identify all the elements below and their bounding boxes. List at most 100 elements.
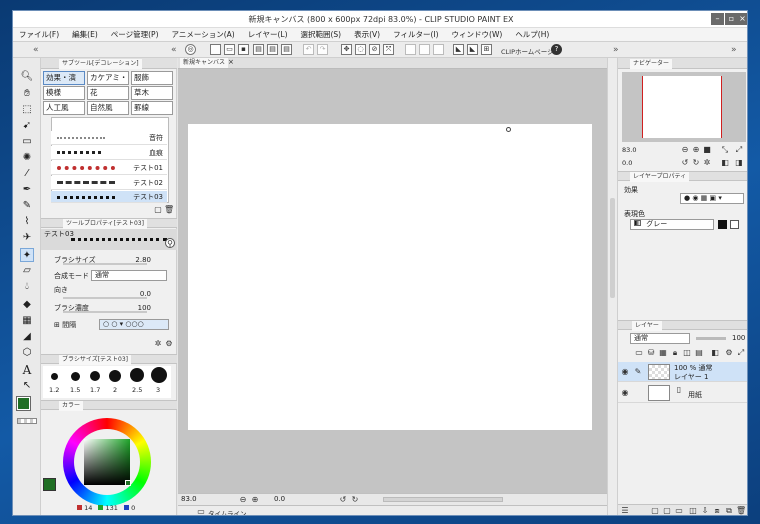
layer-menu-icon[interactable]: ☰ (620, 506, 630, 515)
blend-mode-select[interactable]: 通常 (91, 270, 167, 281)
grid-snap-icon[interactable]: ⊞ (481, 44, 492, 55)
hue-ring[interactable] (63, 418, 151, 506)
color-mode-select[interactable]: グレー (630, 219, 714, 230)
layer-color-black-swatch[interactable] (718, 220, 727, 229)
nav-zoom-out-icon[interactable]: ⊖ (680, 145, 690, 155)
ruler-icon[interactable]: ▤ (694, 348, 704, 358)
layer-expand-icon[interactable]: ⤢ (736, 348, 746, 358)
new-folder-icon[interactable]: ▭ (674, 506, 684, 515)
collapse-left-panel-icon[interactable]: « (171, 45, 177, 55)
clear-outside-icon[interactable] (433, 44, 444, 55)
menu-view[interactable]: 表示(V) (354, 29, 380, 40)
zoom-preview-icon[interactable]: ⚲ (165, 238, 175, 248)
group-pattern[interactable]: 模様 (43, 86, 85, 100)
ruler-snap-icon[interactable]: ◣ (453, 44, 464, 55)
special-ruler-snap-icon[interactable]: ◣ (467, 44, 478, 55)
document-tab[interactable]: 新規キャンバス (180, 58, 229, 68)
brushsize-tab[interactable]: ブラシサイズ[テスト03] (59, 355, 132, 365)
navigator-viewport[interactable] (642, 76, 722, 138)
move-layer-tool-icon[interactable]: ➹ (20, 119, 34, 133)
zoom-tool-icon[interactable]: 🔍︎ (20, 70, 34, 84)
menu-animation[interactable]: アニメーション(A) (172, 29, 235, 40)
navigator-tab[interactable]: ナビゲーター (630, 59, 673, 69)
duplicate-icon[interactable]: ⧉ (724, 506, 734, 515)
color-main-swatch[interactable] (43, 478, 56, 491)
auto-select-tool-icon[interactable]: ✺ (20, 151, 34, 165)
layer-row-1[interactable]: ◉ ✎ 100 % 通常 レイヤー 1 (618, 362, 747, 382)
mask-icon[interactable]: ◫ (682, 348, 692, 358)
reset-icon[interactable]: ⚙︎ (164, 339, 174, 349)
pencil-tool-icon[interactable]: ✎ (20, 199, 34, 213)
eraser-tool-icon[interactable]: ▱ (20, 264, 34, 278)
zoom-value[interactable]: 83.0 (181, 495, 197, 503)
clear-icon[interactable] (419, 44, 430, 55)
blend-tool-icon[interactable]: 💧︎ (20, 280, 34, 294)
copy-icon[interactable]: ▤ (267, 44, 278, 55)
size-option[interactable]: 2.5 (132, 386, 142, 394)
effect-buttons[interactable]: ● ◉ ▦ ▣ ▾ (680, 193, 744, 204)
canvas-paper[interactable] (188, 124, 592, 430)
nav-flip-icon[interactable]: ⤢ (734, 145, 744, 155)
timeline-tab[interactable]: タイムライン (208, 508, 247, 515)
new-raster-layer-icon[interactable]: ▢ (650, 506, 660, 515)
collapse-right-icon[interactable]: » (731, 45, 737, 55)
layer-color-icon[interactable]: ◧ (710, 348, 720, 358)
fill-icon[interactable] (405, 44, 416, 55)
redo-icon[interactable]: ↷ (317, 44, 328, 55)
visibility-eye-icon[interactable]: ◉ (620, 388, 630, 398)
navigator-preview[interactable] (622, 72, 746, 142)
menu-window[interactable]: ウィンドウ(W) (452, 29, 503, 40)
main-color-swatch[interactable] (16, 396, 31, 411)
layer-opacity-value[interactable]: 100 (732, 334, 745, 342)
nav-reset-rotation-icon[interactable]: ✲ (702, 158, 712, 168)
menu-help[interactable]: ヘルプ(H) (515, 29, 549, 40)
color-picker-cursor[interactable] (125, 480, 131, 486)
layer-settings-icon[interactable]: ⚙︎ (724, 348, 734, 358)
size-option[interactable]: 1.7 (90, 386, 100, 394)
frame-tool-icon[interactable]: ⬡ (20, 346, 34, 360)
size-option[interactable]: 2 (113, 386, 117, 394)
delete-subtool-icon[interactable]: 🗑︎ (164, 205, 174, 215)
delete-layer-icon[interactable]: 🗑︎ (736, 506, 746, 515)
navigator-zoom[interactable]: 83.0 (622, 146, 636, 154)
balloon-tool-icon[interactable]: ↖ (20, 379, 34, 393)
menu-edit[interactable]: 編集(E) (72, 29, 98, 40)
expand-icon[interactable]: ⊞ (54, 321, 60, 329)
menu-file[interactable]: ファイル(F) (19, 29, 59, 40)
layer-opacity-slider[interactable] (696, 337, 726, 340)
clipping-icon[interactable]: ▭ (634, 348, 644, 358)
settings-icon[interactable]: ✲ (153, 339, 163, 349)
group-artificial[interactable]: 人工風 (43, 101, 85, 115)
transparent-color-swatch[interactable] (17, 418, 37, 424)
transform-icon[interactable]: ⤧ (383, 44, 394, 55)
layerprop-tab[interactable]: レイヤープロパティ (630, 172, 690, 182)
spacing-select[interactable]: ○ ○ ▾ ○○○ (99, 319, 169, 330)
menu-filter[interactable]: フィルター(I) (393, 29, 438, 40)
menu-page[interactable]: ページ管理(P) (111, 29, 159, 40)
reference-layer-icon[interactable]: ⛁ (646, 348, 656, 358)
layer-row-paper[interactable]: ◉ ▯ 用紙 (618, 383, 747, 403)
group-effect[interactable]: 効果・演 (43, 71, 85, 85)
layer-tab[interactable]: レイヤー (632, 321, 662, 331)
zoom-in-icon[interactable]: ⊕ (250, 495, 260, 505)
lock-layer-icon[interactable]: 🔒︎ (670, 348, 680, 358)
nav-rotate-left-icon[interactable]: ↺ (680, 158, 690, 168)
mask-layer-icon[interactable]: ◫ (688, 506, 698, 515)
group-ruled-line[interactable]: 罫線 (131, 101, 173, 115)
copy-subtool-icon[interactable]: ▢ (153, 205, 163, 215)
select-all-icon[interactable]: ✥ (341, 44, 352, 55)
close-window-button[interactable]: × (737, 13, 747, 25)
figure-tool-icon[interactable]: ◢ (20, 330, 34, 344)
lock-transparency-icon[interactable]: ▦ (658, 348, 668, 358)
airbrush-tool-icon[interactable]: ✈︎ (20, 231, 34, 245)
selection-tool-icon[interactable]: ▭ (20, 135, 34, 149)
pen-tool-icon[interactable]: ✒︎ (20, 183, 34, 197)
rotate-left-icon[interactable]: ↺ (338, 495, 348, 505)
undo-icon[interactable]: ↶ (303, 44, 314, 55)
menu-selection[interactable]: 選択範囲(S) (301, 29, 342, 40)
clip-studio-icon[interactable]: ◎ (185, 44, 196, 55)
group-plants[interactable]: 草木 (131, 86, 173, 100)
group-clothing[interactable]: 服飾 (131, 71, 173, 85)
save-icon[interactable]: ▪ (238, 44, 249, 55)
help-icon[interactable]: ? (551, 44, 562, 55)
